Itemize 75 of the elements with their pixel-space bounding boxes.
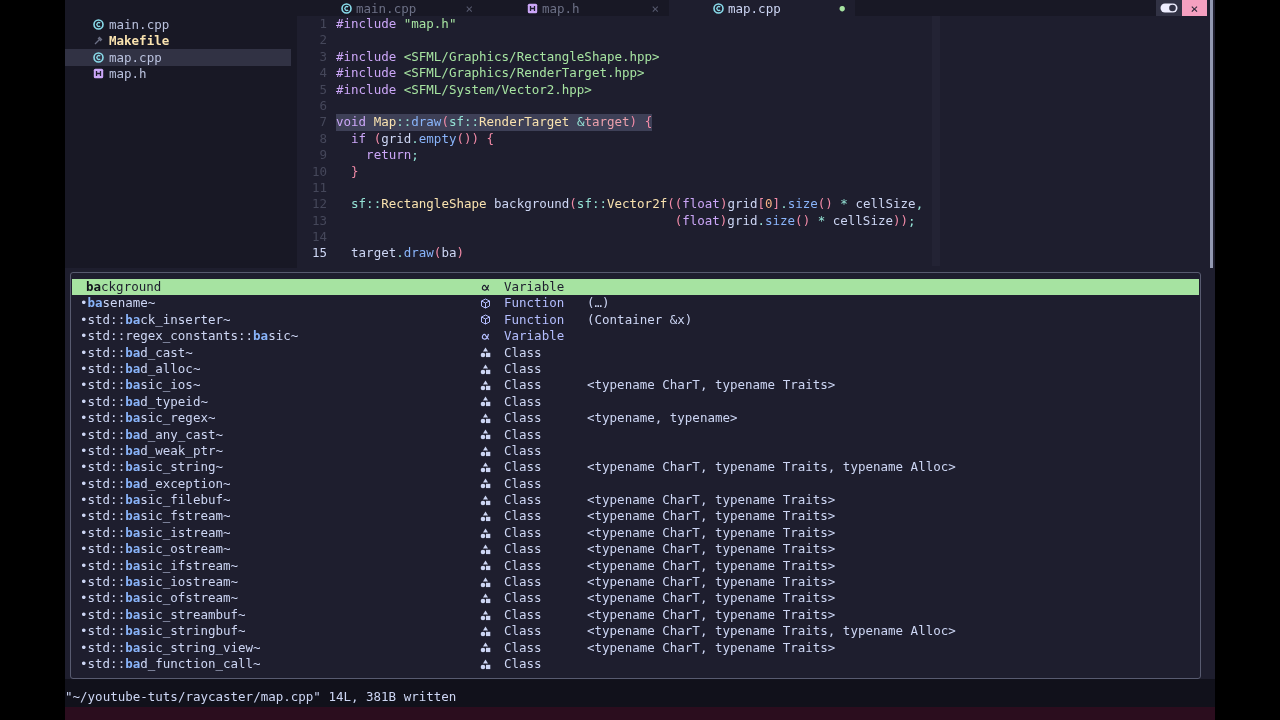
code-line: target.draw(ba) bbox=[350, 245, 464, 262]
modified-dot: ● bbox=[839, 3, 845, 13]
completion-item[interactable]: •std::bad_exception~ Class bbox=[72, 475, 1199, 493]
completion-item[interactable]: •std::basic_fstream~ Class <typename CharT, typename Traits> bbox=[72, 508, 1199, 525]
toggle-icon[interactable] bbox=[1160, 3, 1178, 13]
shapes-icon bbox=[480, 429, 491, 441]
completion-item[interactable]: •std::basic_string_view~ Class <typename CharT, typename Traits> bbox=[72, 639, 1199, 656]
shapes-icon bbox=[480, 527, 491, 539]
completion-item[interactable]: •std::basic_istream~ Class <typename CharT, typename Traits> bbox=[72, 524, 1199, 542]
completion-item[interactable]: •std::basic_stringbuf~ Class <typename CharT, typename Traits, typename Alloc> bbox=[72, 623, 1199, 640]
code-line: #include <SFML/Graphics/RectangleShape.hpp> bbox=[336, 48, 660, 66]
h-file-icon bbox=[93, 68, 104, 80]
completion-item[interactable]: •std::bad_typeid~ Class bbox=[72, 393, 1199, 411]
completion-item[interactable]: •std::back_inserter~ Function (Container &x) bbox=[72, 311, 1199, 329]
completion-item[interactable]: •std::bad_function_call~ Class bbox=[72, 656, 1199, 673]
makefile-icon bbox=[93, 35, 104, 47]
completion-item[interactable]: background Variable bbox=[72, 279, 1199, 296]
shapes-icon bbox=[480, 576, 491, 588]
completion-item[interactable]: •std::basic_ostream~ Class <typename CharT, typename Traits> bbox=[72, 541, 1199, 558]
cube-icon bbox=[480, 298, 491, 310]
file-tree-item[interactable]: map.cpp bbox=[65, 49, 291, 66]
shapes-icon bbox=[480, 642, 491, 654]
file-tree-item[interactable]: map.h bbox=[65, 65, 291, 82]
line-number: 15 bbox=[310, 245, 328, 262]
completion-item[interactable]: •std::bad_alloc~ Class bbox=[72, 360, 1199, 378]
completion-item[interactable]: •std::basic_iostream~ Class <typename CharT, typename Traits> bbox=[72, 574, 1199, 591]
completion-item[interactable]: •std::bad_any_cast~ Class bbox=[72, 426, 1199, 443]
completion-item[interactable]: •std::basic_string~ Class <typename CharT, typename Traits, typename Alloc> bbox=[72, 459, 1199, 476]
completion-item[interactable]: •std::basic_ofstream~ Class <typename CharT, typename Traits> bbox=[72, 590, 1199, 607]
completion-item[interactable]: •std::basic_filebuf~ Class <typename CharT, typename Traits> bbox=[72, 492, 1199, 509]
code-line: sf::RectangleShape background(sf::Vector2f((float)grid[0].size() * cellSize, bbox=[350, 196, 924, 213]
editor-tab[interactable]: map.cpp ● bbox=[669, 0, 855, 16]
completion-item[interactable]: •std::basic_ios~ Class <typename CharT, typename Traits> bbox=[72, 377, 1199, 394]
shapes-icon bbox=[480, 658, 491, 670]
shapes-icon bbox=[480, 494, 491, 506]
c-file-icon bbox=[93, 18, 104, 30]
editor-tab[interactable]: map.h × bbox=[483, 0, 669, 16]
completion-item[interactable]: •std::bad_cast~ Class bbox=[72, 344, 1199, 361]
code-line: (float)grid.size() * cellSize)); bbox=[673, 212, 916, 230]
cube-icon bbox=[480, 314, 491, 326]
c-file-icon bbox=[93, 51, 104, 63]
shapes-icon bbox=[480, 609, 491, 621]
shapes-icon bbox=[480, 593, 491, 605]
completion-item[interactable]: •std::bad_weak_ptr~ Class bbox=[72, 442, 1199, 460]
c-file-icon bbox=[341, 2, 352, 14]
file-tree-item[interactable]: main.cpp bbox=[65, 16, 291, 33]
completion-item[interactable]: •std::basic_ifstream~ Class <typename CharT, typename Traits> bbox=[72, 557, 1199, 575]
completion-item[interactable]: •basename~ Function (…) bbox=[72, 295, 1199, 312]
shapes-icon bbox=[480, 560, 491, 572]
code-line: } bbox=[350, 163, 359, 180]
scrollbar[interactable] bbox=[1209, 0, 1213, 268]
shapes-icon bbox=[480, 625, 491, 637]
shapes-icon bbox=[480, 478, 491, 490]
shapes-icon bbox=[480, 445, 491, 457]
shapes-icon bbox=[480, 543, 491, 555]
code-line: #include <SFML/Graphics/RenderTarget.hpp> bbox=[336, 65, 645, 82]
c-file-icon bbox=[713, 2, 724, 14]
code-line: if (grid.empty()) { bbox=[350, 130, 495, 148]
completion-item[interactable]: •std::basic_regex~ Class <typename, typename> bbox=[72, 410, 1199, 427]
close-button[interactable]: × bbox=[1182, 0, 1207, 16]
shapes-icon bbox=[480, 462, 491, 473]
code-line: #include "map.h" bbox=[336, 16, 457, 33]
shapes-icon bbox=[480, 396, 491, 408]
code-line: return; bbox=[365, 147, 419, 164]
editor-tab[interactable]: main.cpp × bbox=[297, 0, 483, 16]
shapes-icon bbox=[480, 347, 491, 359]
shapes-icon bbox=[480, 380, 491, 392]
completion-item[interactable]: •std::basic_streambuf~ Class <typename CharT, typename Traits> bbox=[72, 606, 1199, 624]
file-tree-item[interactable]: Makefile bbox=[65, 32, 291, 49]
shapes-icon bbox=[480, 511, 491, 523]
shapes-icon bbox=[480, 363, 491, 375]
code-line: #include <SFML/System/Vector2.hpp> bbox=[336, 81, 592, 98]
shapes-icon bbox=[480, 412, 491, 424]
completion-item[interactable]: •std::regex_constants::basic~ Variable bbox=[72, 328, 1199, 345]
status-message: "~/youtube-tuts/raycaster/map.cpp" 14L, 381B written bbox=[65, 688, 458, 707]
